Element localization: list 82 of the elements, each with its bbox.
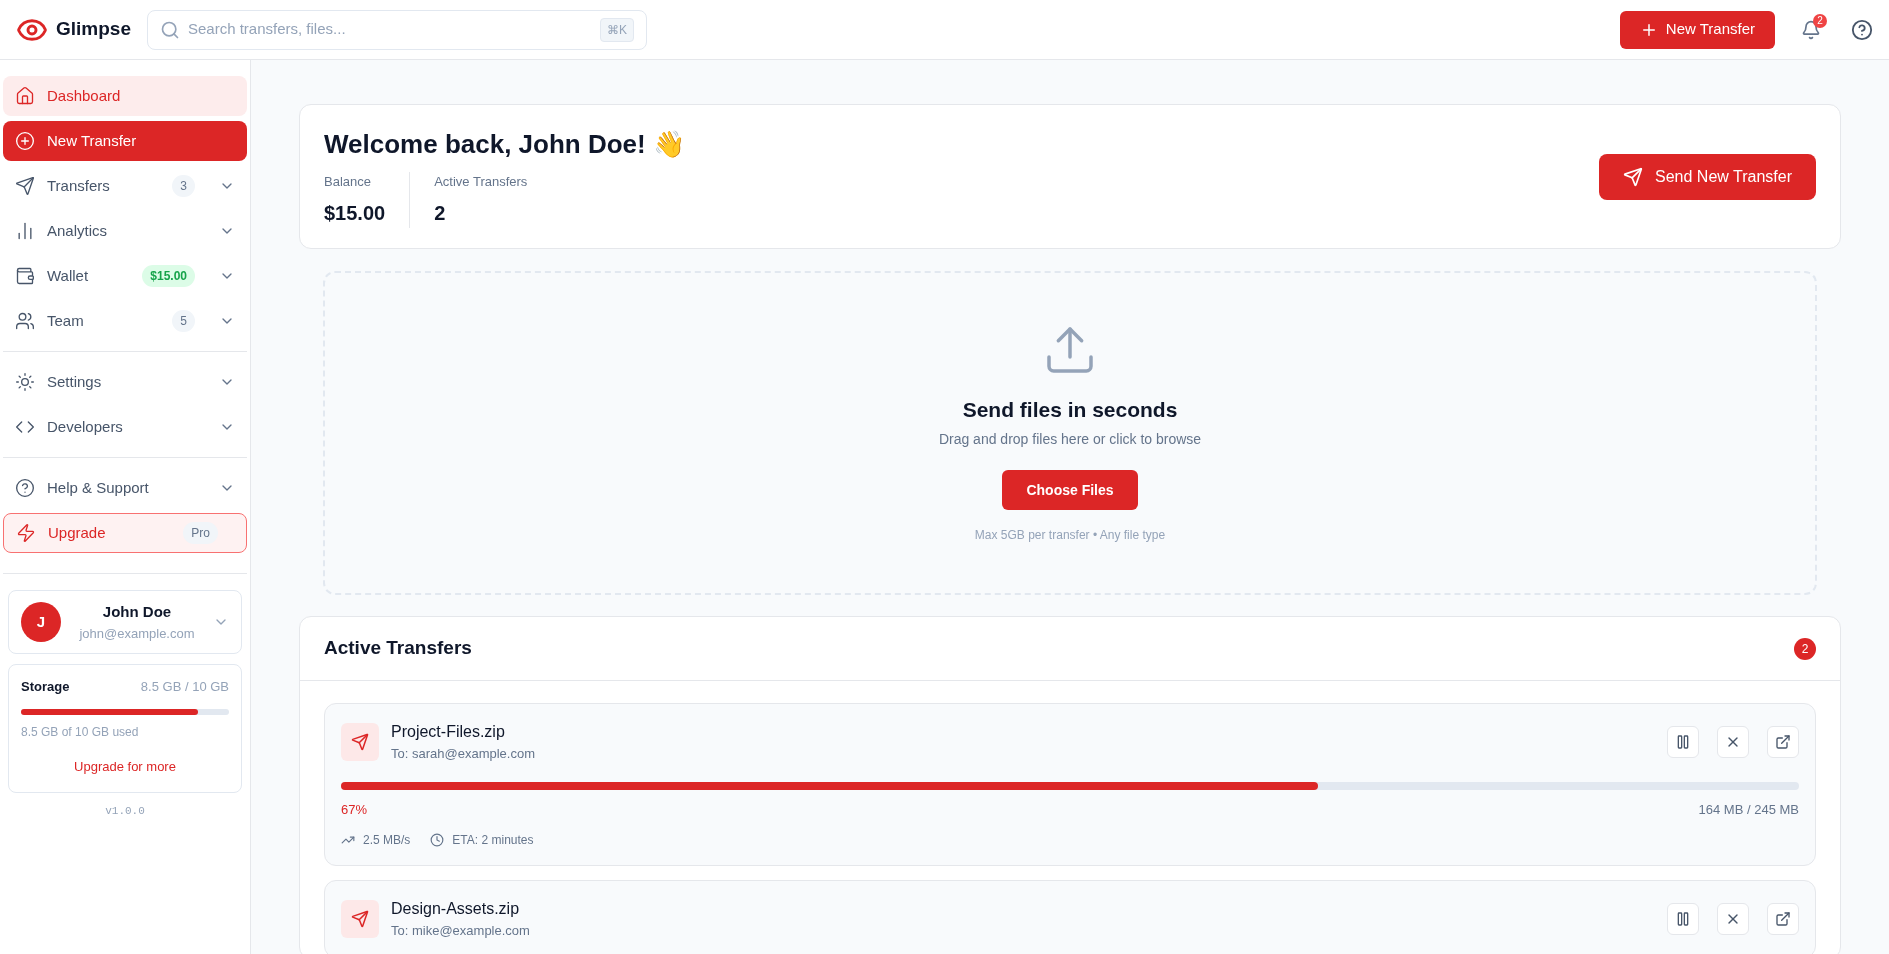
- stat-label: Active Transfers: [434, 173, 528, 192]
- dropzone-subtitle: Drag and drop files here or click to browse: [938, 430, 1202, 450]
- open-button[interactable]: [1767, 725, 1799, 758]
- nav-count: $15.00: [142, 265, 195, 287]
- dropzone-note: Max 5GB per transfer • Any file type: [974, 527, 1166, 545]
- progress-percent: 67%: [341, 800, 368, 819]
- notification-count: 2: [1813, 13, 1827, 28]
- nav-label: New Transfer: [47, 130, 138, 151]
- shortcut-key: ⌘K: [599, 17, 634, 42]
- pause-button[interactable]: [1667, 902, 1699, 935]
- external-link-icon: [1775, 733, 1791, 750]
- recipient: To: sarah@example.com: [391, 745, 536, 763]
- open-button[interactable]: [1767, 902, 1799, 935]
- user-email: john@example.com: [79, 624, 195, 643]
- help-icon: [15, 478, 35, 498]
- nav-label: Dashboard: [47, 85, 122, 106]
- pause-icon: [1675, 910, 1691, 927]
- nav-item[interactable]: Wallet $15.00: [3, 256, 247, 296]
- stat-label: Balance: [324, 173, 372, 192]
- nav-item[interactable]: Dashboard: [3, 76, 247, 116]
- send-new-transfer-button[interactable]: Send New Transfer: [1599, 153, 1816, 200]
- new-transfer-button[interactable]: New Transfer: [1619, 10, 1775, 49]
- version-text: v1.0.0: [105, 804, 145, 819]
- nav-label: Upgrade: [48, 522, 107, 543]
- wallet-icon: [15, 266, 35, 286]
- dropzone-title: Send files in seconds: [962, 396, 1178, 423]
- storage-reading: 8.5 GB / 10 GB: [140, 678, 229, 696]
- storage-title: Storage: [21, 678, 70, 696]
- stat-value: 2: [434, 200, 447, 226]
- user-card[interactable]: J John Doe john@example.com: [8, 590, 242, 654]
- search-input[interactable]: Search transfers, files...: [188, 18, 592, 41]
- pause-button[interactable]: [1667, 725, 1699, 758]
- plus-circle-icon: [15, 131, 35, 151]
- upgrade-link[interactable]: Upgrade for more: [74, 756, 176, 776]
- clock-icon: [430, 833, 445, 847]
- paper-plane-icon: [1623, 166, 1644, 187]
- drop-zone[interactable]: Send files in seconds Drag and drop files here or click to browse Choose Files Max 5GB per transfer • Any file type: [323, 271, 1817, 595]
- nav-label: Team: [47, 310, 85, 331]
- choose-files-button[interactable]: Choose Files: [1002, 470, 1138, 511]
- nav-count: 5: [172, 310, 195, 332]
- home-icon: [15, 86, 35, 106]
- recipient: To: mike@example.com: [391, 922, 531, 940]
- users-icon: [15, 311, 35, 331]
- nav-label: Wallet: [47, 265, 90, 286]
- nav-item[interactable]: New Transfer: [3, 121, 247, 161]
- nav-count: Pro: [183, 522, 218, 544]
- brand-name: Glimpse: [56, 17, 131, 42]
- nav-item[interactable]: Help & Support: [3, 468, 247, 508]
- transfer-eta: ETA: 2 minutes: [452, 832, 534, 849]
- file-name: Project-Files.zip: [391, 722, 506, 742]
- notification-button[interactable]: 2: [1795, 13, 1827, 46]
- search-icon: [160, 19, 180, 40]
- paper-plane-icon: [15, 176, 35, 196]
- paper-plane-icon: [351, 732, 369, 751]
- external-link-icon: [1775, 910, 1791, 927]
- nav-label: Settings: [47, 371, 103, 392]
- lightning-icon: [16, 523, 36, 543]
- user-avatar: J: [21, 602, 61, 642]
- nav-item[interactable]: Transfers 3: [3, 166, 247, 206]
- nav-label: Developers: [47, 416, 124, 437]
- nav-item[interactable]: Settings: [3, 362, 247, 402]
- stat-value: $15.00: [324, 200, 386, 226]
- transfer-speed: 2.5 MB/s: [363, 832, 411, 849]
- nav-label: Help & Support: [47, 477, 150, 498]
- storage-note: 8.5 GB of 10 GB used: [21, 723, 140, 741]
- nav-label: Transfers: [47, 175, 111, 196]
- sun-icon: [15, 372, 35, 392]
- nav-item[interactable]: Developers: [3, 407, 247, 447]
- transfer-count: 2: [1794, 637, 1816, 660]
- nav-item[interactable]: Team 5: [3, 301, 247, 341]
- user-name: John Doe: [102, 602, 172, 622]
- help-icon[interactable]: [1851, 18, 1873, 41]
- paper-plane-icon: [351, 909, 369, 928]
- welcome-title: Welcome back, John Doe! 👋: [324, 128, 686, 162]
- progress-size: 164 MB / 245 MB: [1698, 800, 1799, 819]
- file-name: Design-Assets.zip: [391, 899, 521, 919]
- pause-icon: [1675, 733, 1691, 750]
- nav-label: Analytics: [47, 220, 109, 241]
- nav-item[interactable]: Analytics: [3, 211, 247, 251]
- nav-count: 3: [172, 175, 195, 197]
- section-title: Active Transfers: [324, 636, 472, 661]
- nav-item[interactable]: Upgrade Pro: [3, 513, 247, 553]
